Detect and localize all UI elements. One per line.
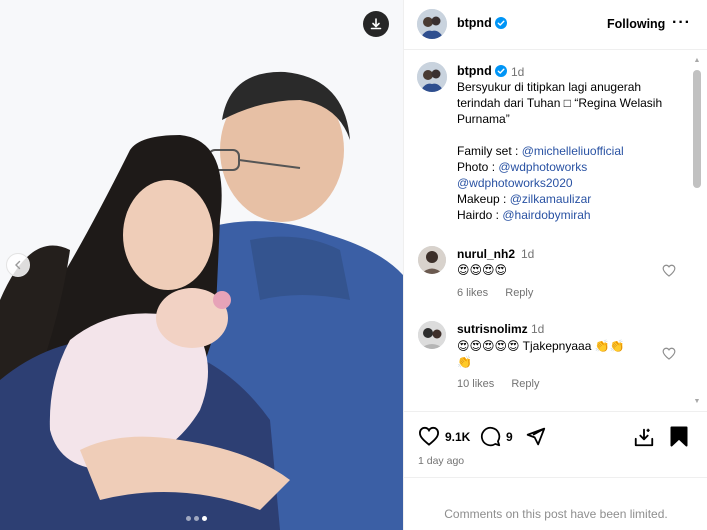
carousel-dot-active xyxy=(202,516,207,521)
post-actions: 9.1K 9 xyxy=(404,411,707,477)
scroll-up-arrow[interactable]: ▲ xyxy=(693,57,701,65)
carousel-dot xyxy=(186,516,191,521)
caption-line: Bersyukur di titipkan lagi anugerah xyxy=(457,80,642,94)
comment-text: 😍😍😍😍 xyxy=(457,263,508,277)
commenter-avatar[interactable] xyxy=(418,321,446,349)
post-media[interactable] xyxy=(0,0,403,530)
comment-count: 9 xyxy=(506,430,513,444)
mention-link[interactable]: @wdphotoworks2020 xyxy=(457,176,573,190)
save-bookmark-icon[interactable] xyxy=(670,426,688,447)
comment-likes[interactable]: 10 likes xyxy=(457,378,494,390)
avatar-image xyxy=(417,9,447,39)
caption-line: Family set : @michelleliuofficial xyxy=(457,143,687,159)
mention-link[interactable]: @wdphotoworks xyxy=(498,160,587,174)
download-icon xyxy=(370,18,382,30)
caption-text: Bersyukur di titipkan lagi anugerah teri… xyxy=(457,79,687,223)
comment-heart-icon[interactable] xyxy=(662,347,676,360)
comment-username[interactable]: nurul_nh2 xyxy=(457,247,515,261)
post-header: btpnd Following ··· xyxy=(404,0,707,50)
chevron-left-icon xyxy=(15,260,21,270)
comment-likes[interactable]: 6 likes xyxy=(457,287,488,299)
avatar-image xyxy=(418,321,446,349)
author-username[interactable]: btpnd xyxy=(457,16,492,30)
comment-icon[interactable] xyxy=(480,426,501,447)
caption-line: @wdphotoworks2020 xyxy=(457,175,687,191)
reply-button[interactable]: Reply xyxy=(505,287,533,299)
caption-line: terindah dari Tuhan □ “Regina Welasih xyxy=(457,96,663,110)
caption-label: Photo : xyxy=(457,160,499,174)
caption-label: Hairdo : xyxy=(457,208,503,222)
verified-badge-icon xyxy=(495,65,507,77)
post-sidebar: btpnd Following ··· btpnd 1d Bersyukur d… xyxy=(403,0,707,530)
caption-line: Hairdo : @hairdobymirah xyxy=(457,207,687,223)
comment-text-continued: 👏 xyxy=(457,355,472,369)
following-button[interactable]: Following xyxy=(607,17,665,31)
download-button[interactable] xyxy=(363,11,389,37)
caption-line: Photo : @wdphotoworks xyxy=(457,159,687,175)
comments-scrollbar-thumb[interactable] xyxy=(693,70,701,188)
caption-time: 1d xyxy=(511,65,525,79)
comment-time: 1d xyxy=(521,247,535,261)
comments-limited-notice: Comments on this post have been limited. xyxy=(404,477,707,530)
post-photo xyxy=(0,0,403,530)
comment-text: 😍😍😍😍😍 Tjakepnyaaa 👏👏 xyxy=(457,339,625,353)
comment-meta: 6 likes Reply xyxy=(457,287,547,299)
comment-heart-icon[interactable] xyxy=(662,264,676,277)
previous-slide-button[interactable] xyxy=(6,253,30,277)
caption-label: Makeup : xyxy=(457,192,510,206)
carousel-indicator xyxy=(186,516,207,521)
avatar-image xyxy=(418,246,446,274)
comment-time: 1d xyxy=(531,322,545,336)
like-count[interactable]: 9.1K xyxy=(445,430,470,444)
download-tray-icon[interactable] xyxy=(633,426,655,448)
comment-username[interactable]: sutrisnolimz xyxy=(457,322,528,336)
caption-line: Makeup : @zilkamaulizar xyxy=(457,191,687,207)
caption-author-avatar[interactable] xyxy=(417,62,447,92)
more-options-button[interactable]: ··· xyxy=(672,14,691,32)
avatar-image xyxy=(417,62,447,92)
caption-line: Purnama” xyxy=(457,112,510,126)
mention-link[interactable]: @hairdobymirah xyxy=(502,208,590,222)
share-icon[interactable] xyxy=(525,426,546,447)
comment-meta: 10 likes Reply xyxy=(457,378,553,390)
carousel-dot xyxy=(194,516,199,521)
post-timestamp[interactable]: 1 day ago xyxy=(418,455,464,467)
caption-username[interactable]: btpnd xyxy=(457,64,492,78)
caption-label: Family set : xyxy=(457,144,522,158)
reply-button[interactable]: Reply xyxy=(511,378,539,390)
mention-link[interactable]: @zilkamaulizar xyxy=(510,192,592,206)
verified-badge-icon xyxy=(495,17,507,29)
commenter-avatar[interactable] xyxy=(418,246,446,274)
comments-list[interactable]: btpnd 1d Bersyukur di titipkan lagi anug… xyxy=(404,51,694,407)
post-dialog: btpnd Following ··· btpnd 1d Bersyukur d… xyxy=(0,0,707,530)
scroll-down-arrow[interactable]: ▼ xyxy=(693,398,701,406)
like-heart-icon[interactable] xyxy=(418,426,440,446)
author-avatar[interactable] xyxy=(417,9,447,39)
caption-line-blank xyxy=(457,127,687,143)
mention-link[interactable]: @michelleliuofficial xyxy=(522,144,624,158)
